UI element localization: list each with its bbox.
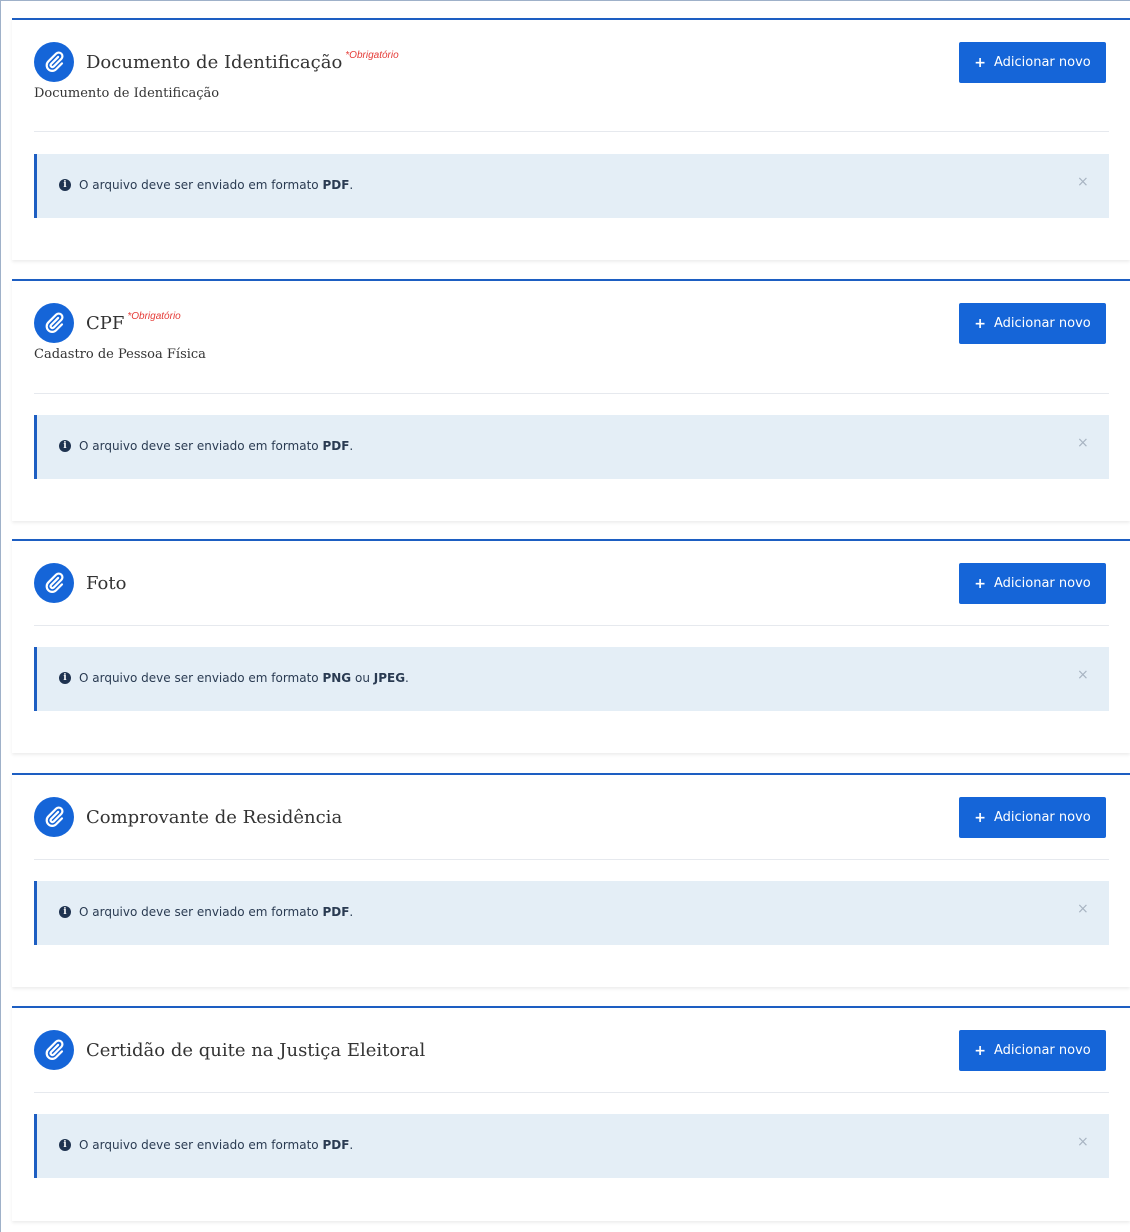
section-title: Foto [86,573,127,594]
close-icon[interactable]: × [1077,1134,1089,1150]
alert-prefix: O arquivo deve ser enviado em formato [79,905,323,919]
alert-message: i O arquivo deve ser enviado em formato P… [59,1138,353,1152]
add-new-button[interactable]: + Adicionar novo [959,797,1106,838]
format-name: JPEG [373,671,406,685]
paperclip-icon [34,797,74,837]
paperclip-icon [34,42,74,82]
alert-suffix: . [349,905,354,919]
section-title: CPF [86,313,125,334]
alert-prefix: O arquivo deve ser enviado em formato [79,671,323,685]
close-icon[interactable]: × [1077,435,1089,451]
section-divider [34,393,1109,394]
add-new-label: Adicionar novo [993,810,1091,825]
format-joiner: ou [351,671,374,685]
info-icon: i [59,906,71,918]
plus-icon: + [974,1042,986,1059]
add-new-label: Adicionar novo [993,1043,1091,1058]
section-heading: Documento de Identificação *Obrigatório [86,50,399,73]
format-name: PNG [322,671,352,685]
section-subtitle: Documento de Identificação [34,86,220,101]
section-divider [34,131,1109,132]
section-subtitle: Cadastro de Pessoa Física [34,347,206,362]
add-new-label: Adicionar novo [993,576,1091,591]
alert-message: i O arquivo deve ser enviado em formato P… [59,671,409,685]
plus-icon: + [974,575,986,592]
format-info-alert: i O arquivo deve ser enviado em formato P… [34,415,1109,479]
section-heading: CPF *Obrigatório [86,311,181,334]
info-icon: i [59,1139,71,1151]
required-marker: *Obrigatório [127,311,181,322]
section-divider [34,1092,1109,1093]
attachment-card: Foto + Adicionar novo i O arquivo deve ser e… [12,539,1130,753]
plus-icon: + [974,809,986,826]
format-name: PDF [322,1138,350,1152]
section-title: Certidão de quite na Justiça Eleitoral [86,1040,426,1061]
plus-icon: + [974,315,986,332]
paperclip-icon [34,563,74,603]
attachment-card: Certidão de quite na Justiça Eleitoral + A… [12,1006,1130,1221]
format-info-alert: i O arquivo deve ser enviado em formato P… [34,1114,1109,1178]
alert-suffix: . [349,178,354,192]
close-icon[interactable]: × [1077,174,1089,190]
add-new-button[interactable]: + Adicionar novo [959,303,1106,344]
format-name: PDF [322,178,350,192]
attachment-card: Documento de Identificação *Obrigatório Do… [12,18,1130,260]
alert-message: i O arquivo deve ser enviado em formato P… [59,439,353,453]
section-heading: Foto [86,571,129,594]
section-heading: Comprovante de Residência [86,805,345,828]
add-new-button[interactable]: + Adicionar novo [959,563,1106,604]
alert-prefix: O arquivo deve ser enviado em formato [79,178,323,192]
section-heading: Certidão de quite na Justiça Eleitoral [86,1038,428,1061]
plus-icon: + [974,54,986,71]
info-icon: i [59,179,71,191]
alert-suffix: . [349,439,354,453]
format-info-alert: i O arquivo deve ser enviado em formato P… [34,647,1109,711]
section-divider [34,859,1109,860]
format-info-alert: i O arquivo deve ser enviado em formato P… [34,881,1109,945]
attachment-card: Comprovante de Residência + Adicionar novo… [12,773,1130,987]
alert-suffix: . [349,1138,354,1152]
section-title: Comprovante de Residência [86,807,343,828]
alert-message: i O arquivo deve ser enviado em formato P… [59,905,353,919]
paperclip-icon [34,303,74,343]
paperclip-icon [34,1030,74,1070]
section-divider [34,625,1109,626]
format-name: PDF [322,905,350,919]
info-icon: i [59,440,71,452]
add-new-label: Adicionar novo [993,55,1091,70]
add-new-button[interactable]: + Adicionar novo [959,1030,1106,1071]
attachment-card: CPF *Obrigatório Cadastro de Pessoa Física… [12,279,1130,521]
info-icon: i [59,672,71,684]
add-new-button[interactable]: + Adicionar novo [959,42,1106,83]
alert-suffix: . [405,671,409,685]
alert-message: i O arquivo deve ser enviado em formato P… [59,178,353,192]
format-info-alert: i O arquivo deve ser enviado em formato P… [34,154,1109,218]
alert-prefix: O arquivo deve ser enviado em formato [79,1138,323,1152]
close-icon[interactable]: × [1077,901,1089,917]
close-icon[interactable]: × [1077,667,1089,683]
required-marker: *Obrigatório [345,50,399,61]
format-name: PDF [322,439,350,453]
alert-prefix: O arquivo deve ser enviado em formato [79,439,323,453]
add-new-label: Adicionar novo [993,316,1091,331]
section-title: Documento de Identificação [86,52,343,73]
